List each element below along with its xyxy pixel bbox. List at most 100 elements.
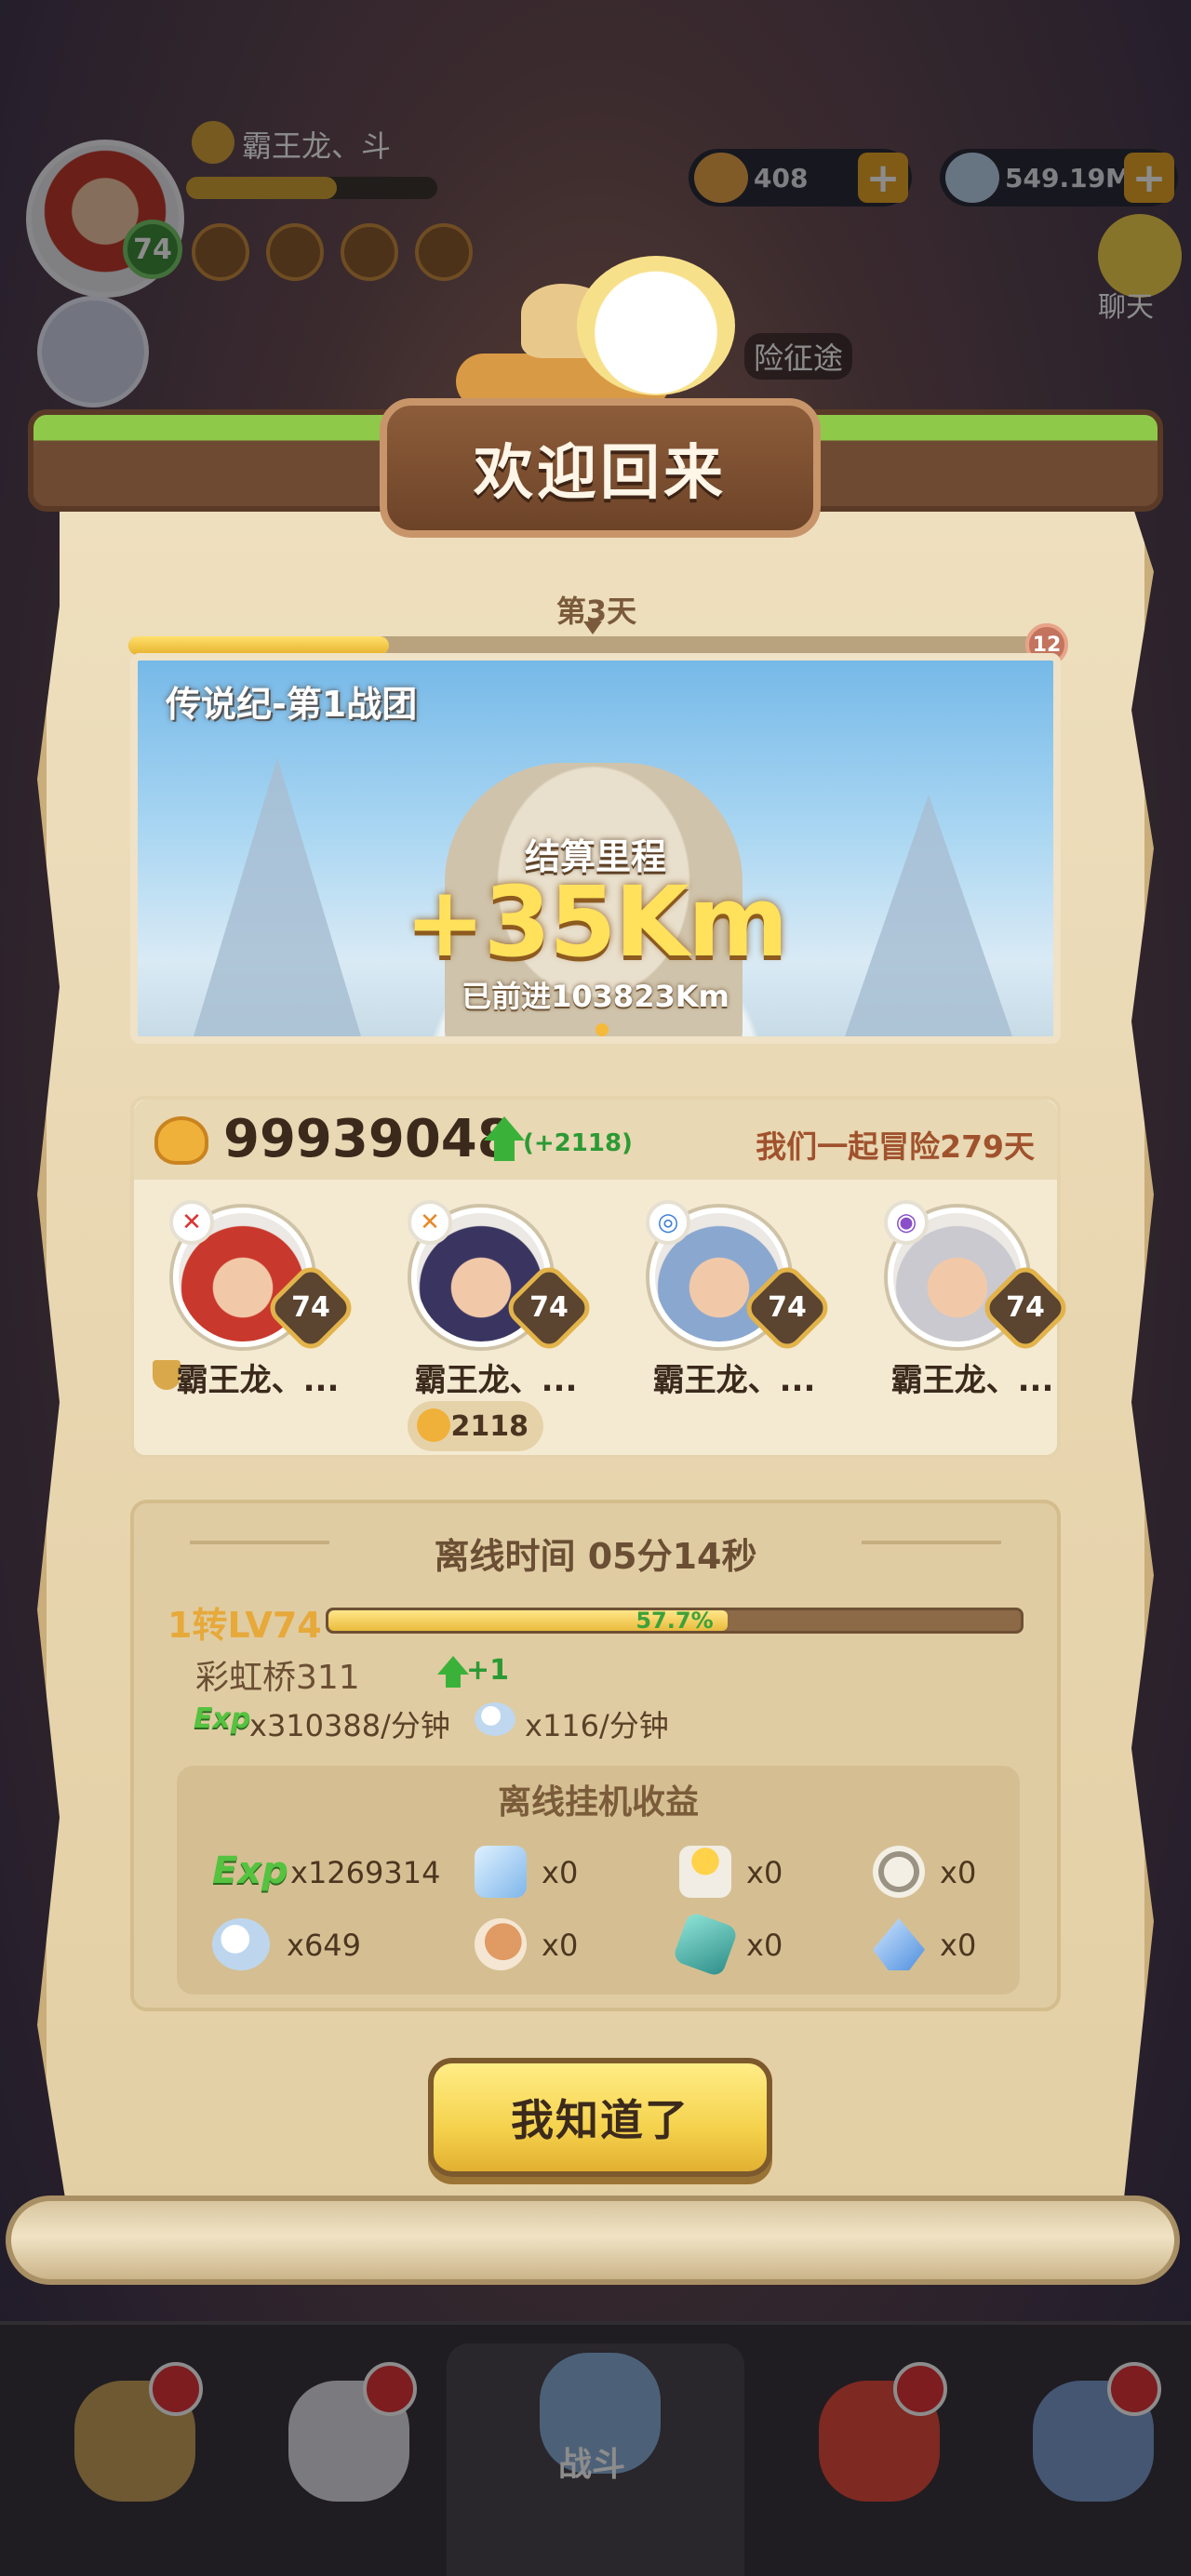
up-arrow-stem bbox=[446, 1675, 461, 1688]
mascot-bird-icon bbox=[577, 256, 735, 395]
water-element-icon: ◎ bbox=[646, 1200, 690, 1245]
hero-name: 霸王龙、... bbox=[652, 1362, 816, 1399]
buff-icon[interactable] bbox=[266, 223, 324, 281]
distance-gain: +35Km bbox=[404, 865, 789, 979]
adventure-label[interactable]: 险征途 bbox=[744, 333, 853, 380]
crystal-icon bbox=[212, 1918, 270, 1970]
scroll-bottom-roller bbox=[6, 2196, 1180, 2285]
hero-card[interactable]: ✕ 74 霸王龙、... bbox=[141, 1196, 374, 1399]
up-arrow-icon bbox=[437, 1656, 469, 1675]
team-name: 传说纪-第1战团 bbox=[166, 684, 418, 725]
day-marker-icon bbox=[583, 621, 602, 634]
confirm-button[interactable]: 我知道了 bbox=[428, 2058, 772, 2177]
void-element-icon: ◉ bbox=[884, 1200, 929, 1245]
reward-meat[interactable]: x0 bbox=[475, 1918, 623, 1974]
hero-card[interactable]: ◎ 74 霸王龙、... bbox=[618, 1196, 850, 1399]
buff-icon[interactable] bbox=[192, 223, 249, 281]
mileage-banner[interactable]: 传说纪-第1战团 结算里程 +35Km 已前进103823Km bbox=[130, 653, 1061, 1044]
fire-element-icon: ✕ bbox=[169, 1200, 214, 1245]
days-together: 我们一起冒险279天 bbox=[756, 1128, 1035, 1165]
food-icon bbox=[694, 153, 748, 203]
notification-bell-icon bbox=[893, 2362, 947, 2416]
gear-stone-icon bbox=[873, 1846, 925, 1898]
exp-icon: Exp bbox=[194, 1702, 251, 1735]
rewards-title: 离线挂机收益 bbox=[497, 1783, 699, 1822]
offline-panel: 离线时间 05分14秒 1转LV74 57.7% 彩虹桥311 +1 Exp x… bbox=[130, 1500, 1061, 2011]
buff-icon[interactable] bbox=[415, 223, 473, 281]
reward-gear-stone[interactable]: x0 bbox=[873, 1846, 1012, 1902]
reward-count: x0 bbox=[542, 1855, 579, 1890]
hero-name: 霸王龙、... bbox=[890, 1362, 1054, 1399]
exp-icon: Exp bbox=[212, 1849, 288, 1892]
reward-count: x649 bbox=[287, 1928, 362, 1963]
reward-count: x0 bbox=[746, 1855, 783, 1890]
reward-count: x0 bbox=[746, 1928, 783, 1963]
page-indicator-dot bbox=[596, 1023, 609, 1036]
power-fist-icon bbox=[154, 1116, 208, 1165]
nav-tab-heroes[interactable] bbox=[37, 2362, 223, 2548]
offline-time-title: 离线时间 05分14秒 bbox=[434, 1536, 757, 1577]
title-plaque: 欢迎回来 bbox=[380, 398, 821, 538]
side-hero-avatar[interactable] bbox=[37, 296, 149, 407]
player-exp-bar bbox=[186, 177, 437, 199]
hero-name: 霸王龙、... bbox=[176, 1362, 340, 1399]
reward-count: x0 bbox=[940, 1928, 977, 1963]
food-amount: 408 bbox=[754, 162, 809, 194]
total-progress: 已前进103823Km bbox=[462, 979, 729, 1014]
reward-count: x0 bbox=[542, 1928, 579, 1963]
candle-icon bbox=[679, 1846, 731, 1898]
chat-label[interactable]: 聊天 bbox=[1098, 284, 1154, 325]
team-header: 99939048 (+2118) 我们一起冒险279天 bbox=[134, 1100, 1057, 1180]
power-delta: (+2118) bbox=[523, 1129, 633, 1157]
team-power: 99939048 bbox=[223, 1109, 514, 1169]
day-progress-bar bbox=[128, 636, 1059, 655]
player-title-icon bbox=[192, 121, 234, 164]
crystal-currency: 549.19M + bbox=[940, 149, 1178, 207]
hero-power-bonus: +2118 bbox=[408, 1401, 543, 1451]
hero-card[interactable]: ✕ 74 霸王龙、... bbox=[380, 1196, 612, 1399]
reward-count: x1269314 bbox=[290, 1855, 441, 1890]
reward-candle[interactable]: x0 bbox=[679, 1846, 828, 1902]
notification-bell-icon bbox=[1107, 2362, 1161, 2416]
reward-crystal[interactable]: x649 bbox=[212, 1918, 417, 1974]
add-food-button[interactable]: + bbox=[858, 153, 908, 203]
reward-gem[interactable]: x0 bbox=[672, 1911, 828, 1978]
shard-icon bbox=[873, 1918, 925, 1970]
crystal-rate: x116/分钟 bbox=[525, 1708, 669, 1743]
stage-delta: +1 bbox=[466, 1654, 510, 1687]
reward-ice-cube[interactable]: x0 bbox=[475, 1846, 623, 1902]
exp-rate: x310388/分钟 bbox=[249, 1708, 450, 1743]
modal-title: 欢迎回来 bbox=[474, 439, 727, 508]
stage-name: 彩虹桥311 bbox=[195, 1659, 360, 1697]
power-fist-icon bbox=[417, 1408, 450, 1442]
buff-icon[interactable] bbox=[341, 223, 398, 281]
reward-shard[interactable]: x0 bbox=[873, 1918, 1012, 1974]
crystal-icon bbox=[945, 153, 999, 203]
meat-icon bbox=[475, 1918, 527, 1970]
level-label: 1转LV74 bbox=[167, 1605, 322, 1646]
up-arrow-stem bbox=[494, 1141, 515, 1161]
player-name: 霸王龙、斗 bbox=[242, 128, 392, 164]
nav-battle-label[interactable]: 战斗 bbox=[558, 2437, 625, 2486]
notification-bell-icon bbox=[149, 2362, 203, 2416]
team-panel: 99939048 (+2118) 我们一起冒险279天 ✕ 74 霸王龙、...… bbox=[130, 1096, 1073, 1459]
add-crystal-button[interactable]: + bbox=[1124, 153, 1174, 203]
crystal-amount: 549.19M bbox=[1005, 162, 1131, 194]
reward-exp[interactable]: Exp x1269314 bbox=[212, 1846, 440, 1902]
level-progress-text: 57.7% bbox=[636, 1608, 714, 1634]
day-progress-fill bbox=[128, 636, 389, 655]
offline-rewards-box: 离线挂机收益 Exp x1269314 x0 x0 x0 x649 x0 x0 bbox=[177, 1766, 1020, 1995]
food-currency: 408 + bbox=[689, 149, 912, 207]
nav-tab-shop[interactable] bbox=[996, 2362, 1182, 2548]
ice-cube-icon bbox=[475, 1846, 527, 1898]
hero-card[interactable]: ◉ 74 霸王龙、... bbox=[856, 1196, 1089, 1399]
nav-tab-team[interactable] bbox=[251, 2362, 437, 2548]
hero-name: 霸王龙、... bbox=[414, 1362, 578, 1399]
nav-tab-pets[interactable] bbox=[782, 2362, 968, 2548]
up-arrow-icon bbox=[484, 1116, 525, 1141]
gem-icon bbox=[672, 1911, 739, 1978]
notification-bell-icon bbox=[363, 2362, 417, 2416]
player-level-badge: 74 bbox=[123, 220, 182, 279]
crystal-icon bbox=[475, 1702, 515, 1736]
flame-element-icon: ✕ bbox=[408, 1200, 452, 1245]
